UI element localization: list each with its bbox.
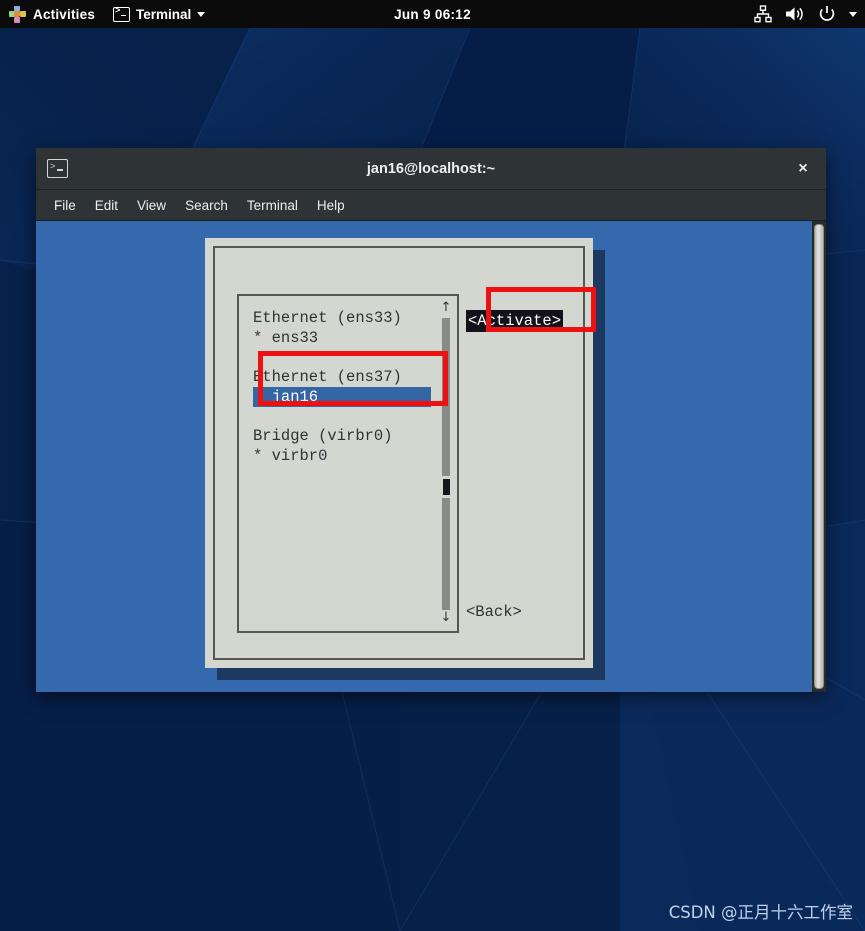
menu-item-terminal[interactable]: Terminal <box>238 194 307 217</box>
system-tray <box>754 0 857 28</box>
terminal-scrollbar-thumb[interactable] <box>814 224 824 689</box>
terminal-menubar: File Edit View Search Terminal Help <box>36 190 826 221</box>
menu-item-search[interactable]: Search <box>176 194 237 217</box>
watermark: CSDN @正月十六工作室 <box>668 903 853 922</box>
scrollbar-track-lower[interactable] <box>442 498 450 610</box>
activate-button[interactable]: <Activate> <box>466 310 564 332</box>
menu-item-edit[interactable]: Edit <box>86 194 127 217</box>
volume-icon[interactable] <box>785 5 805 23</box>
connection-group-ens33: Ethernet (ens33) <box>253 309 402 327</box>
terminal-title: jan16@localhost:~ <box>366 160 496 177</box>
connection-group-virbr0: Bridge (virbr0) <box>253 427 393 445</box>
terminal-scrollbar[interactable] <box>812 221 826 692</box>
close-icon[interactable]: × <box>794 160 812 178</box>
terminal-icon <box>113 5 131 22</box>
activities-label: Activities <box>33 6 96 22</box>
gnome-top-bar: Activities Terminal Jun 9 06:12 <box>0 0 865 28</box>
activities-icon <box>9 5 26 23</box>
connection-list[interactable]: Ethernet (ens33) * ens33 Ethernet (ens37… <box>237 294 459 633</box>
connection-item-virbr0[interactable]: * virbr0 <box>253 446 327 466</box>
connection-item-ens33[interactable]: * ens33 <box>253 328 318 348</box>
power-icon[interactable] <box>818 5 836 23</box>
app-menu-label: Terminal <box>136 6 192 22</box>
terminal-titlebar[interactable]: jan16@localhost:~ × <box>36 148 826 190</box>
menu-item-view[interactable]: View <box>128 194 175 217</box>
connection-group-ens37: Ethernet (ens37) <box>253 368 402 386</box>
menu-item-help[interactable]: Help <box>308 194 354 217</box>
nmtui-dialog-frame: Ethernet (ens33) * ens33 Ethernet (ens37… <box>213 246 585 660</box>
scrollbar-track-upper[interactable] <box>442 318 450 476</box>
app-menu-terminal[interactable]: Terminal <box>105 0 213 28</box>
nmtui-dialog: Ethernet (ens33) * ens33 Ethernet (ens37… <box>205 238 593 668</box>
system-menu-chevron-down-icon[interactable] <box>849 11 857 17</box>
scrollbar-thumb[interactable] <box>442 479 450 495</box>
chevron-down-icon <box>197 11 206 17</box>
scroll-up-arrow-icon[interactable]: ↑ <box>440 301 452 314</box>
terminal-window-icon <box>47 159 68 178</box>
back-button[interactable]: <Back> <box>466 602 522 622</box>
network-icon[interactable] <box>754 5 772 23</box>
connection-item-jan16[interactable]: jan16 <box>253 387 431 407</box>
activities-button[interactable]: Activities <box>0 0 105 28</box>
scroll-down-arrow-icon[interactable]: ↓ <box>440 611 452 624</box>
screen: Activities Terminal Jun 9 06:12 <box>0 0 865 931</box>
connection-list-scrollbar[interactable]: ↑ ↓ <box>440 301 452 624</box>
menu-item-file[interactable]: File <box>45 194 85 217</box>
